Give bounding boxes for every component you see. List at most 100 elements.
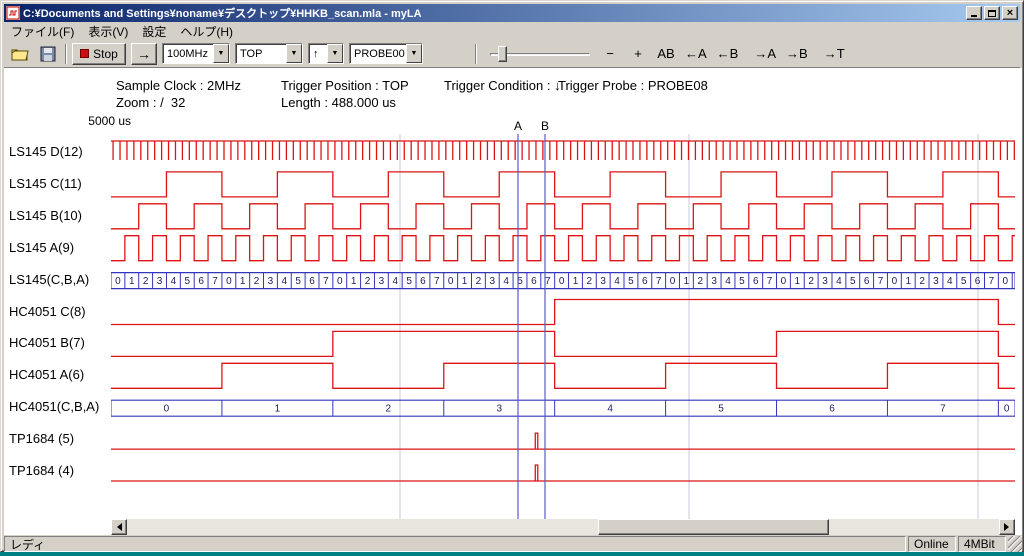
maximize-icon: [988, 10, 996, 17]
svg-text:2: 2: [808, 276, 814, 287]
channel-label: TP1684 (5): [9, 431, 74, 446]
title-bar: C:¥Documents and Settings¥noname¥デスクトップ¥…: [4, 4, 1020, 22]
jump-trigger-button[interactable]: →T: [821, 44, 848, 64]
trigger-condition-info: Trigger Condition : ↓: [444, 78, 561, 93]
svg-text:6: 6: [975, 276, 981, 287]
resize-grip[interactable]: [1008, 536, 1022, 552]
svg-text:1: 1: [573, 276, 579, 287]
svg-text:5: 5: [295, 276, 301, 287]
svg-text:0: 0: [559, 276, 565, 287]
svg-text:3: 3: [933, 276, 939, 287]
jump-prev-a-button[interactable]: ←A: [682, 44, 710, 64]
menu-view[interactable]: 表示(V): [81, 21, 135, 42]
svg-text:6: 6: [309, 276, 315, 287]
svg-text:2: 2: [587, 276, 593, 287]
svg-text:6: 6: [753, 276, 759, 287]
jump-next-b-button[interactable]: →B: [783, 44, 811, 64]
menu-settings[interactable]: 設定: [135, 21, 173, 42]
zoom-slider-thumb[interactable]: [498, 46, 507, 62]
open-file-button[interactable]: [8, 44, 32, 64]
status-bar: レディ Online 4MBit: [4, 536, 1022, 552]
window-title: C:¥Documents and Settings¥noname¥デスクトップ¥…: [23, 5, 964, 21]
scrollbar-thumb[interactable]: [598, 519, 829, 535]
menu-help[interactable]: ヘルプ(H): [173, 21, 240, 42]
svg-text:3: 3: [490, 276, 496, 287]
svg-text:4: 4: [503, 276, 509, 287]
minimize-button[interactable]: [966, 6, 982, 20]
svg-text:0: 0: [892, 276, 898, 287]
run-icon: →: [137, 46, 151, 62]
jump-prev-b-button[interactable]: ←B: [714, 44, 742, 64]
svg-text:0: 0: [781, 276, 787, 287]
menu-file[interactable]: ファイル(F): [4, 21, 81, 42]
channel-label: HC4051 C(8): [9, 304, 86, 319]
save-file-button[interactable]: [36, 44, 60, 64]
app-window: C:¥Documents and Settings¥noname¥デスクトップ¥…: [0, 0, 1024, 552]
svg-text:1: 1: [684, 276, 690, 287]
time-division-label: 5000 us: [56, 114, 131, 128]
scroll-left-button[interactable]: [111, 519, 127, 535]
svg-text:7: 7: [323, 276, 329, 287]
cursor-b-label[interactable]: B: [541, 119, 549, 133]
scroll-right-button[interactable]: [999, 519, 1015, 535]
waveform-area[interactable]: 0123456701234567012345670123456701234567…: [111, 134, 1015, 520]
svg-text:5: 5: [406, 276, 412, 287]
svg-text:5: 5: [718, 404, 724, 415]
chevron-down-icon[interactable]: ▼: [327, 44, 343, 63]
length-info: Length : 488.000 us: [281, 95, 396, 110]
trigger-position-select[interactable]: TOP ▼: [235, 43, 303, 64]
svg-text:3: 3: [822, 276, 828, 287]
zoom-out-button[interactable]: −: [598, 44, 622, 64]
svg-text:2: 2: [697, 276, 703, 287]
close-button[interactable]: ×: [1002, 6, 1018, 20]
ab-range-button[interactable]: AB: [654, 44, 678, 64]
svg-text:4: 4: [171, 276, 177, 287]
svg-text:5: 5: [739, 276, 745, 287]
sample-clock-select[interactable]: 100MHz ▼: [162, 43, 230, 64]
run-button[interactable]: →: [131, 43, 157, 65]
trigger-probe-info: Trigger Probe : PROBE08: [558, 78, 708, 93]
jump-next-a-button[interactable]: →A: [751, 44, 779, 64]
cursor-a-label[interactable]: A: [514, 119, 522, 133]
svg-text:0: 0: [1004, 404, 1010, 415]
svg-text:4: 4: [607, 404, 613, 415]
sample-clock-info: Sample Clock : 2MHz: [116, 78, 241, 93]
chevron-down-icon[interactable]: ▼: [286, 44, 302, 63]
channel-label: HC4051 A(6): [9, 367, 84, 382]
chevron-down-icon[interactable]: ▼: [213, 44, 229, 63]
channel-label: LS145 D(12): [9, 144, 83, 159]
trigger-edge-select[interactable]: ↑ ▼: [308, 43, 344, 64]
close-icon: ×: [1007, 8, 1013, 18]
toolbar-separator: [475, 44, 477, 64]
channel-label: TP1684 (4): [9, 463, 74, 478]
svg-text:6: 6: [531, 276, 537, 287]
svg-text:6: 6: [642, 276, 648, 287]
horizontal-scrollbar[interactable]: [111, 519, 1015, 535]
app-icon: [6, 6, 20, 20]
chevron-down-icon[interactable]: ▼: [406, 44, 422, 63]
maximize-button[interactable]: [984, 6, 1000, 20]
stop-button-label: Stop: [93, 47, 118, 61]
trigger-probe-select[interactable]: PROBE00 ▼: [349, 43, 423, 64]
svg-text:3: 3: [496, 404, 502, 415]
minimize-icon: [971, 15, 977, 17]
svg-text:0: 0: [1003, 276, 1009, 287]
svg-text:3: 3: [711, 276, 717, 287]
zoom-slider[interactable]: [490, 44, 590, 64]
svg-text:7: 7: [767, 276, 773, 287]
scrollbar-track[interactable]: [127, 519, 999, 535]
trigger-position-info: Trigger Position : TOP: [281, 78, 409, 93]
stop-button[interactable]: Stop: [72, 43, 126, 65]
memory-size-badge: 4MBit: [958, 536, 1006, 552]
stop-icon: [80, 49, 89, 58]
svg-text:1: 1: [905, 276, 911, 287]
channel-label: HC4051(C,B,A): [9, 399, 99, 414]
channel-label: LS145 B(10): [9, 208, 82, 223]
svg-text:7: 7: [545, 276, 551, 287]
trigger-edge-value: ↑: [309, 44, 327, 63]
svg-text:7: 7: [212, 276, 218, 287]
svg-text:0: 0: [448, 276, 454, 287]
svg-text:6: 6: [198, 276, 204, 287]
zoom-in-button[interactable]: +: [626, 44, 650, 64]
svg-text:1: 1: [795, 276, 801, 287]
